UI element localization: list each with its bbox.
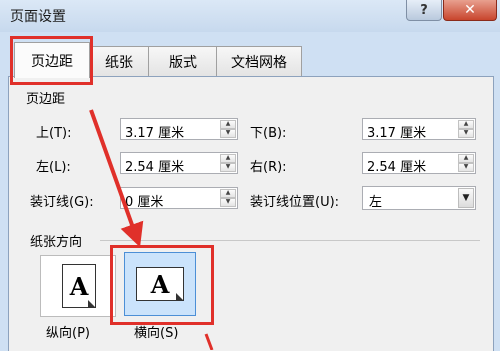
annotation-arrows (89, 109, 214, 350)
arrow-tab-to-landscape (89, 109, 144, 248)
arrow-continuation (204, 333, 214, 350)
